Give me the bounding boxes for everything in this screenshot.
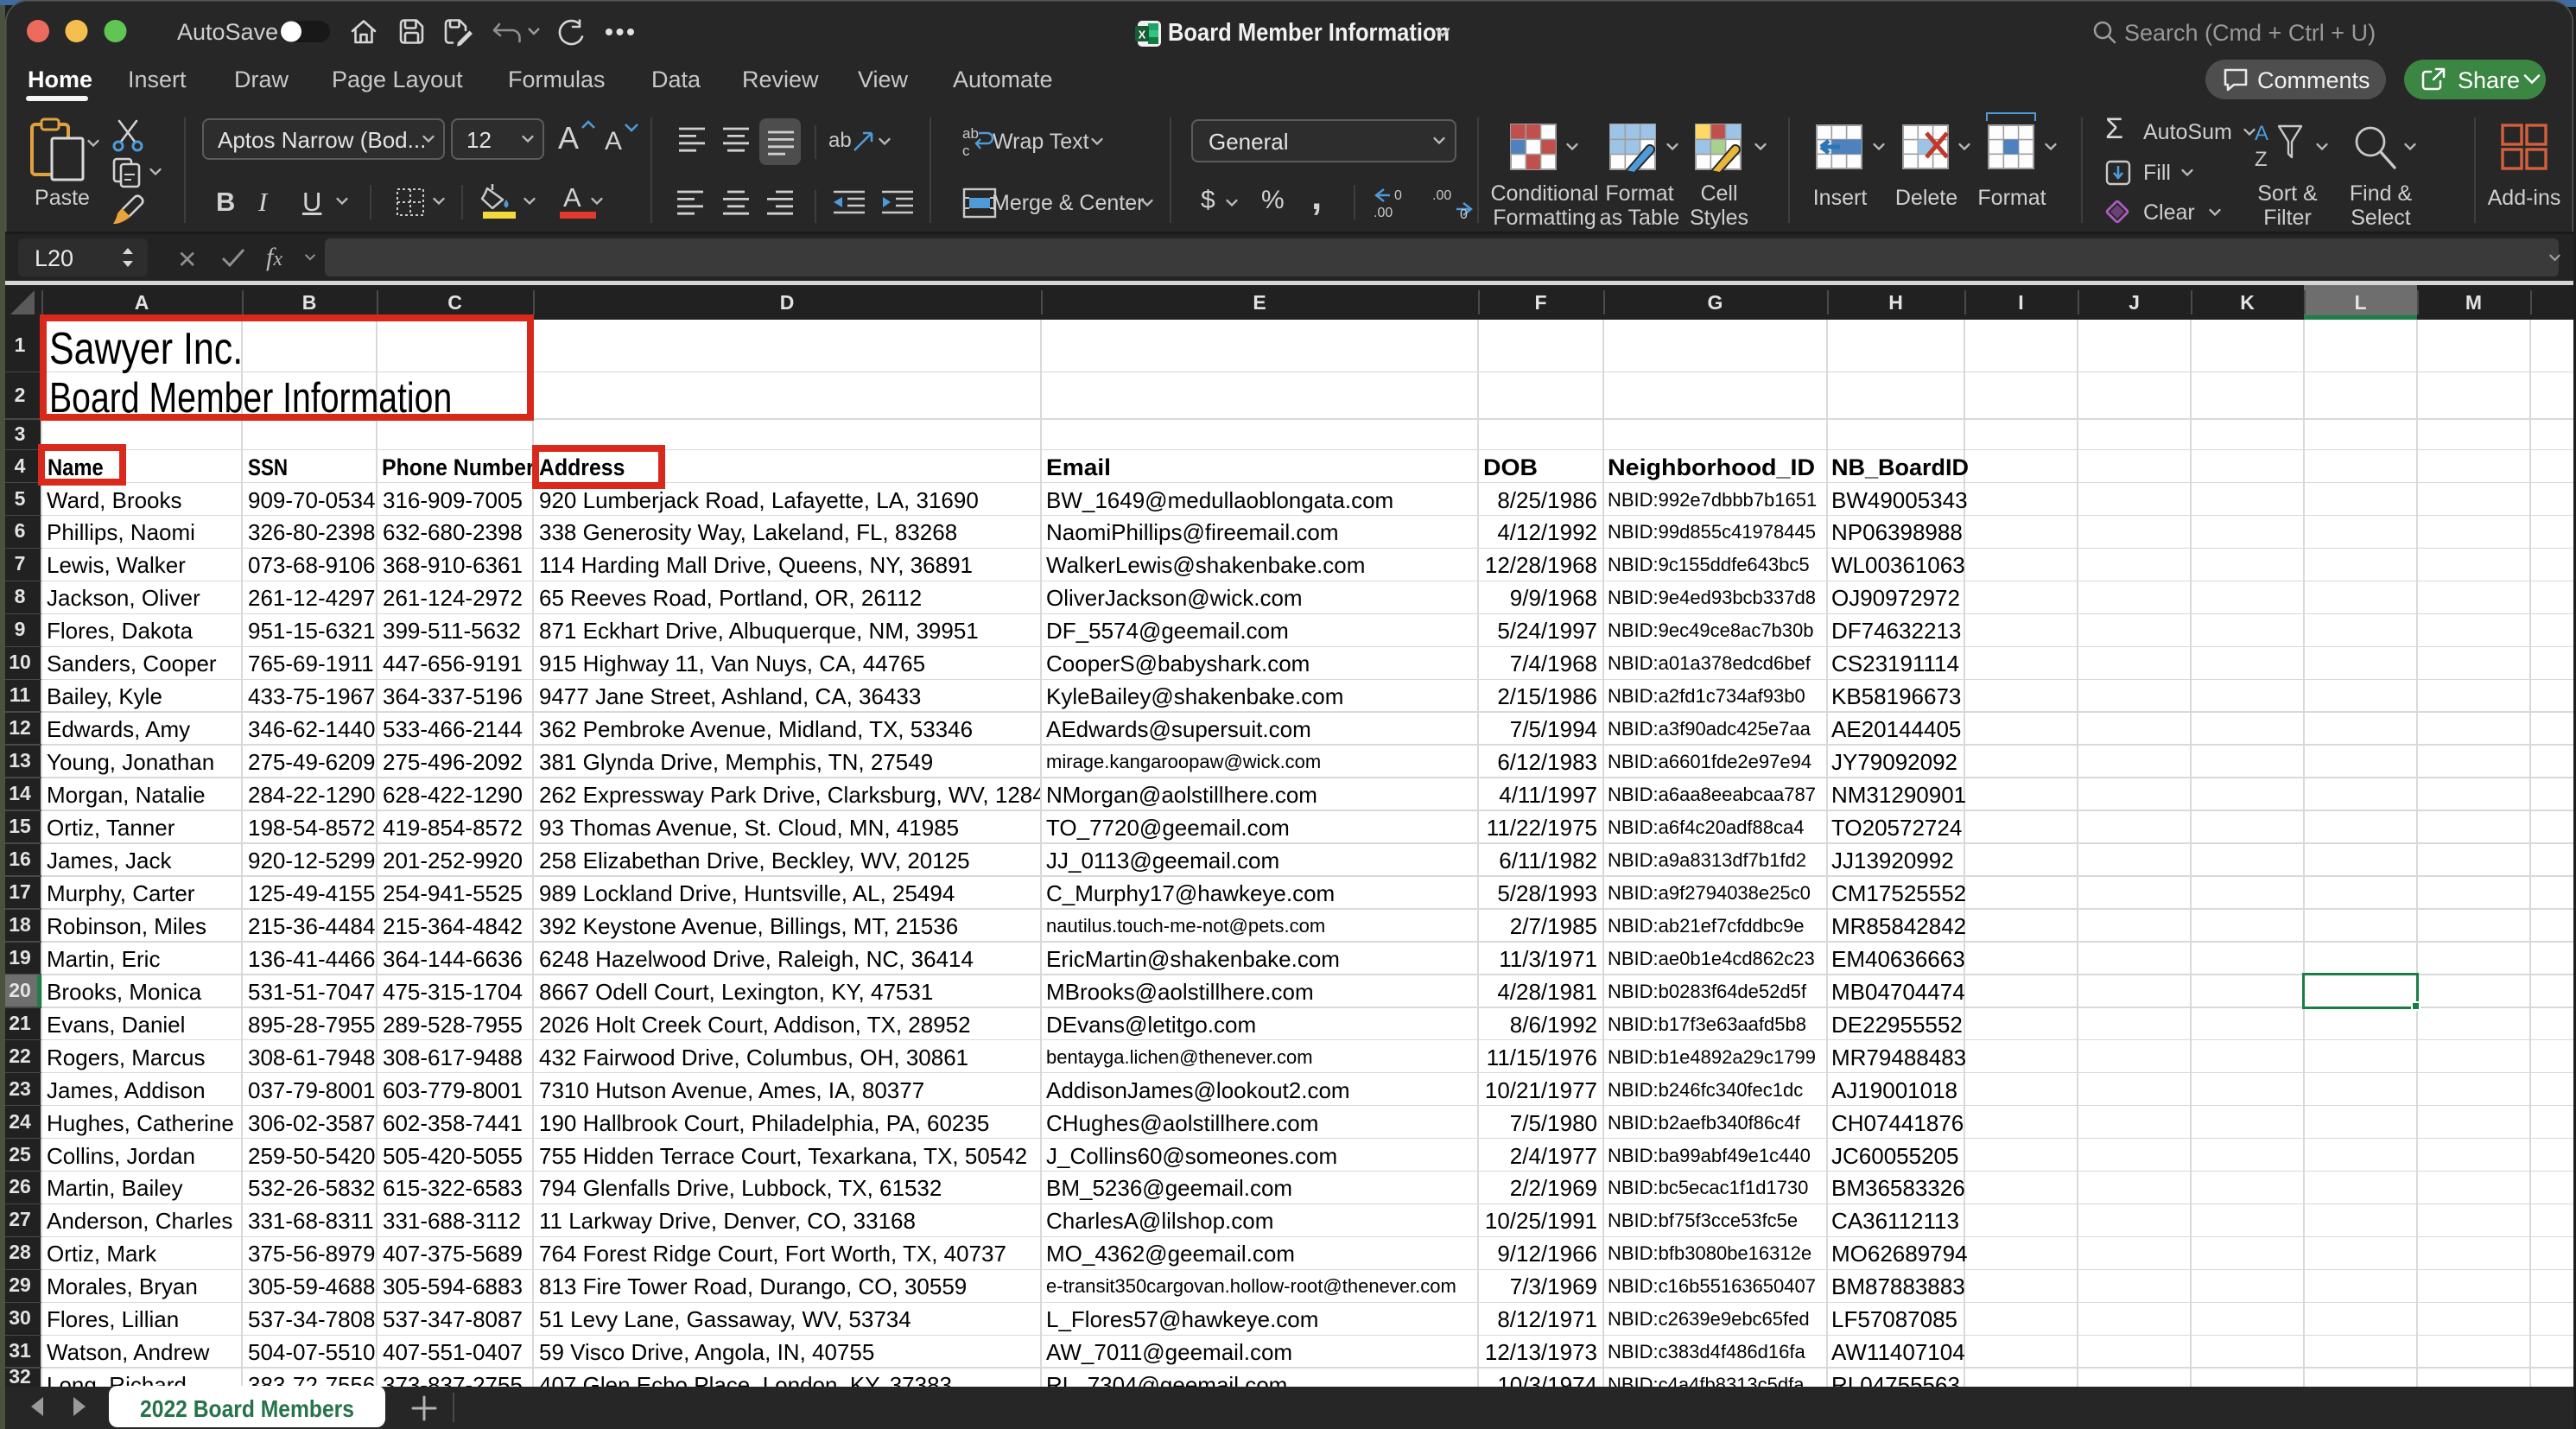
svg-text:.00: .00	[1432, 188, 1451, 203]
svg-text:.00: .00	[1374, 206, 1393, 219]
svg-text:ab: ab	[962, 125, 979, 142]
svg-text:A: A	[2255, 122, 2268, 145]
svg-text:0: 0	[1394, 188, 1402, 203]
svg-text:X: X	[1139, 29, 1146, 41]
svg-text:0: 0	[1460, 207, 1468, 219]
svg-text:Z: Z	[2255, 148, 2268, 171]
svg-text:ab: ab	[828, 129, 852, 152]
svg-text:c: c	[962, 143, 970, 159]
